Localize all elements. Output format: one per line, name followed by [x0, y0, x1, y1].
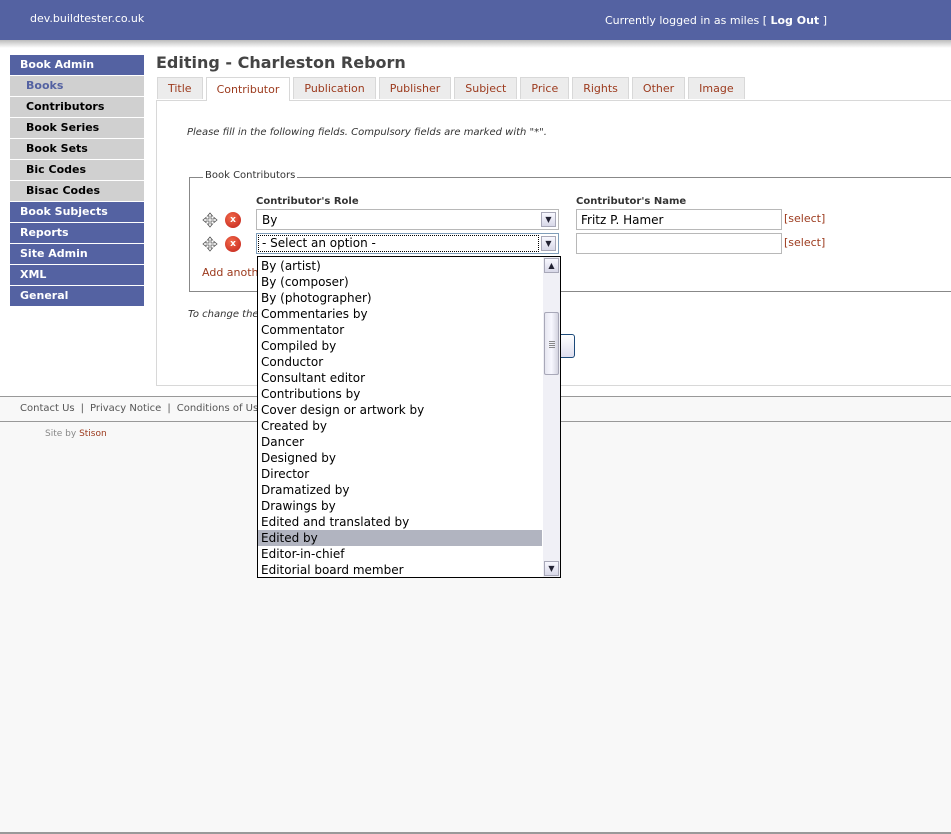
- site-by-link[interactable]: Stison: [79, 429, 107, 439]
- login-status: Currently logged in as miles [ Log Out ]: [605, 14, 827, 27]
- logout-link[interactable]: Log Out: [770, 14, 819, 27]
- role-select-row-1[interactable]: By ▼: [256, 209, 559, 230]
- delete-icon[interactable]: x: [225, 236, 241, 252]
- role-column-header: Contributor's Role: [256, 196, 359, 207]
- footer-link-privacy-notice[interactable]: Privacy Notice: [90, 403, 161, 414]
- site-credit: Site by Stison: [45, 429, 107, 439]
- chevron-down-icon[interactable]: ▼: [541, 212, 556, 227]
- site-by-label: Site by: [45, 429, 77, 439]
- sidebar-item-general[interactable]: General: [10, 286, 144, 306]
- login-prefix: Currently logged in as miles [: [605, 14, 767, 27]
- tab-contributor[interactable]: Contributor: [205, 77, 291, 101]
- form-instructions: Please fill in the following fields. Com…: [187, 127, 547, 138]
- drag-handle-icon[interactable]: [202, 212, 218, 228]
- dropdown-option[interactable]: Commentator: [258, 322, 542, 338]
- login-suffix: ]: [822, 14, 827, 27]
- select-contributor-link-row-2[interactable]: [select]: [784, 236, 825, 249]
- dropdown-option[interactable]: By (artist): [258, 258, 542, 274]
- tab-other[interactable]: Other: [631, 77, 686, 99]
- name-column-header: Contributor's Name: [576, 196, 687, 207]
- sidebar-item-book-sets[interactable]: Book Sets: [10, 139, 144, 159]
- tab-image[interactable]: Image: [688, 77, 745, 99]
- dropdown-option[interactable]: Commentaries by: [258, 306, 542, 322]
- contributor-name-input-row-1[interactable]: Fritz P. Hamer: [576, 209, 782, 230]
- footer-links: Contact Us | Privacy Notice | Conditions of …: [20, 403, 264, 414]
- tab-rights[interactable]: Rights: [572, 77, 629, 99]
- fieldset-legend: Book Contributors: [203, 170, 298, 181]
- top-bar: dev.buildtester.co.uk Currently logged i…: [0, 0, 951, 40]
- role-select-value: By: [262, 213, 278, 227]
- sidebar-item-bic-codes[interactable]: Bic Codes: [10, 160, 144, 180]
- drag-handle-icon[interactable]: [202, 236, 218, 252]
- dropdown-options: By (artist) By (composer) By (photographer…: [258, 258, 542, 577]
- sidebar-item-xml[interactable]: XML: [10, 265, 144, 285]
- chevron-down-icon[interactable]: ▼: [541, 236, 556, 251]
- dropdown-option[interactable]: By (photographer): [258, 290, 542, 306]
- dropdown-option[interactable]: By (composer): [258, 274, 542, 290]
- dropdown-option[interactable]: Editor-in-chief: [258, 546, 542, 562]
- scroll-down-icon[interactable]: ▼: [544, 561, 559, 576]
- site-name: dev.buildtester.co.uk: [30, 12, 145, 25]
- dropdown-option[interactable]: Dancer: [258, 434, 542, 450]
- role-select-value: - Select an option -: [258, 235, 539, 252]
- sidebar-item-site-admin[interactable]: Site Admin: [10, 244, 144, 264]
- tab-title[interactable]: Title: [157, 77, 203, 99]
- footer-separator: |: [167, 403, 171, 414]
- dropdown-option[interactable]: Director: [258, 466, 542, 482]
- tab-subject[interactable]: Subject: [454, 77, 518, 99]
- footer-link-conditions-of-use[interactable]: Conditions of Use: [177, 403, 265, 414]
- tab-bar: Title Contributor Publication Publisher …: [157, 77, 748, 101]
- change-order-note: To change the: [188, 309, 259, 320]
- grip-icon: [549, 341, 555, 348]
- delete-icon[interactable]: x: [225, 212, 241, 228]
- page-title: Editing - Charleston Reborn: [156, 53, 406, 72]
- sidebar-item-bisac-codes[interactable]: Bisac Codes: [10, 181, 144, 201]
- dropdown-option[interactable]: Edited and translated by: [258, 514, 542, 530]
- sidebar-item-book-admin[interactable]: Book Admin: [10, 55, 144, 75]
- sidebar-item-book-series[interactable]: Book Series: [10, 118, 144, 138]
- scroll-up-icon[interactable]: ▲: [544, 258, 559, 273]
- footer-separator: |: [80, 403, 84, 414]
- tab-publication[interactable]: Publication: [293, 77, 376, 99]
- sidebar-item-books[interactable]: Books: [10, 76, 144, 96]
- role-select-row-2[interactable]: - Select an option - ▼: [256, 233, 559, 254]
- sidebar-item-reports[interactable]: Reports: [10, 223, 144, 243]
- contributor-name-input-row-2[interactable]: [576, 233, 782, 254]
- dropdown-scrollbar[interactable]: ▲ ▼: [543, 257, 560, 577]
- role-dropdown-list[interactable]: By (artist) By (composer) By (photographer…: [257, 256, 561, 578]
- tab-publisher[interactable]: Publisher: [378, 77, 452, 99]
- dropdown-option[interactable]: Contributions by: [258, 386, 542, 402]
- select-contributor-link-row-1[interactable]: [select]: [784, 212, 825, 225]
- dropdown-option[interactable]: Drawings by: [258, 498, 542, 514]
- dropdown-option[interactable]: Edited by: [258, 530, 542, 546]
- dropdown-option[interactable]: Created by: [258, 418, 542, 434]
- tab-price[interactable]: Price: [520, 77, 570, 99]
- sidebar-item-book-subjects[interactable]: Book Subjects: [10, 202, 144, 222]
- footer-link-contact-us[interactable]: Contact Us: [20, 403, 75, 414]
- dropdown-option[interactable]: Consultant editor: [258, 370, 542, 386]
- header-shadow: [0, 40, 951, 48]
- scrollbar-thumb[interactable]: [544, 312, 559, 375]
- dropdown-option[interactable]: Dramatized by: [258, 482, 542, 498]
- sidebar: Book Admin Books Contributors Book Serie…: [10, 55, 144, 307]
- dropdown-option[interactable]: Designed by: [258, 450, 542, 466]
- dropdown-option[interactable]: Editorial board member: [258, 562, 542, 577]
- dropdown-option[interactable]: Conductor: [258, 354, 542, 370]
- dropdown-option[interactable]: Compiled by: [258, 338, 542, 354]
- sidebar-item-contributors[interactable]: Contributors: [10, 97, 144, 117]
- dropdown-option[interactable]: Cover design or artwork by: [258, 402, 542, 418]
